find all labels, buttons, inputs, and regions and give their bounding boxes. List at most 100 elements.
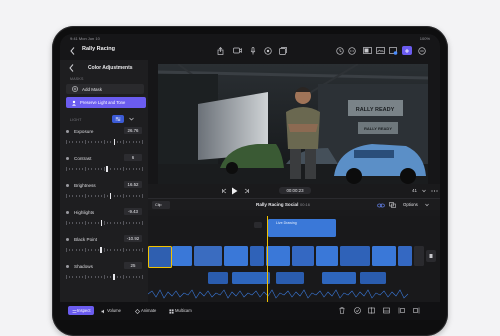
options-chevron-icon[interactable] [424,201,430,209]
slider-tick [94,248,96,252]
step-back-icon[interactable] [220,187,227,195]
adjustment-slider[interactable] [66,274,143,280]
title-clip[interactable]: Live Drawing [268,219,336,237]
adjustment-slider[interactable] [66,139,143,145]
slider-knob[interactable] [110,193,112,199]
adjustment-value-field[interactable]: 25 [124,262,142,269]
video-clip[interactable] [172,246,192,266]
slider-tick [85,167,86,171]
adjustment-value-field[interactable]: -9.43 [124,208,142,215]
audio-meter-icon[interactable] [426,250,436,262]
adjustment-slider[interactable] [66,166,143,172]
adjust-toggle-icon[interactable] [112,115,124,123]
microphone-icon[interactable] [249,46,257,55]
video-clip[interactable] [292,246,314,266]
slider-tick [81,221,83,225]
photos-icon[interactable] [389,46,398,55]
slider-knob[interactable] [113,139,116,145]
clip-appearance-icon[interactable] [388,201,397,209]
panel-back-icon[interactable] [68,64,75,72]
slider-tick [135,248,137,252]
slider-tick [135,221,137,225]
audio-clip[interactable] [232,272,270,284]
timeline-duration: 00:16 [300,202,311,208]
slider-tick [138,221,140,225]
video-clip[interactable] [372,246,396,266]
video-viewer[interactable]: RALLY READY RALLY READY [158,64,428,184]
video-clip[interactable] [266,246,290,266]
options-button[interactable]: Options [403,202,418,207]
slider-tick [94,275,96,279]
trim-end-icon[interactable] [412,306,420,315]
link-icon[interactable] [376,201,385,209]
share-icon[interactable] [216,46,224,55]
slider-tick [107,194,108,198]
split-icon[interactable] [367,306,375,315]
playhead[interactable] [267,216,268,302]
slider-knob[interactable] [100,220,103,226]
slider-tick [119,140,121,144]
slider-tick [123,140,124,144]
video-clip[interactable] [250,246,264,266]
audio-clip[interactable] [322,272,356,284]
more-icon[interactable] [348,46,356,55]
audio-clip[interactable] [208,272,228,284]
video-clip[interactable] [316,246,338,266]
slider-knob[interactable] [113,274,115,280]
add-mask-button[interactable]: Add Mask [66,84,144,94]
video-clip[interactable] [398,246,412,266]
audio-clip[interactable] [276,272,304,284]
preserve-light-tone-button[interactable]: Preserve Light and Tone [66,97,146,108]
selected-video-clip[interactable] [148,246,172,268]
video-clip[interactable] [224,246,248,266]
adjustment-slider[interactable] [66,220,143,226]
trash-icon[interactable] [338,306,346,315]
inspector-toggle-icon[interactable] [402,46,412,55]
viewer-icon[interactable] [363,46,372,55]
connected-clip[interactable] [254,222,262,228]
slider-tick [135,275,137,279]
trim-start-icon[interactable] [397,306,405,315]
voiceover-icon[interactable] [264,46,272,55]
menu-more-icon[interactable] [418,46,426,55]
slider-knob[interactable] [106,166,108,172]
slider-tick [72,140,73,144]
adjustment-value-field[interactable]: 6 [124,154,142,161]
clock-icon[interactable] [336,46,344,55]
adjustment-value-field[interactable]: -10.92 [124,235,142,242]
viewer-more-icon[interactable] [431,187,438,195]
check-circle-icon[interactable] [353,306,361,315]
browser-icon[interactable] [376,46,385,55]
slider-tick [126,167,127,171]
slider-tick [66,248,67,252]
slider-tick [113,221,115,225]
slider-tick [69,275,70,279]
adjustment-label: Shadows [74,264,93,269]
timeline-title: Rally Racing Social [256,202,299,207]
dropdown-chevron-icon[interactable] [127,115,135,123]
timeline-tracks[interactable]: Live Drawing [148,216,440,302]
slider-tick [113,167,115,171]
adjustment-slider[interactable] [66,193,143,199]
play-icon[interactable] [230,186,239,196]
step-forward-icon[interactable] [243,187,250,195]
zoom-chevron-icon[interactable] [421,187,427,195]
adjustment-slider[interactable] [66,247,143,253]
slider-tick [138,194,140,198]
video-clip[interactable] [340,246,370,266]
photo-library-icon[interactable] [279,46,287,55]
clip-badge[interactable]: Clip [152,201,170,209]
video-clip[interactable] [194,246,222,266]
slider-knob[interactable] [100,247,102,253]
video-clip[interactable] [414,246,424,266]
zoom-level[interactable]: 41 [412,188,417,193]
detach-icon[interactable] [382,306,390,315]
adjustment-value-field[interactable]: 16.52 [124,181,142,188]
adjustment-icon [66,157,69,160]
audio-clip[interactable] [360,272,386,284]
back-chevron-icon[interactable] [68,46,76,55]
camera-icon[interactable] [233,46,242,55]
slider-tick [75,140,77,144]
slider-tick [119,248,121,252]
adjustment-value-field[interactable]: 26.76 [124,127,142,134]
